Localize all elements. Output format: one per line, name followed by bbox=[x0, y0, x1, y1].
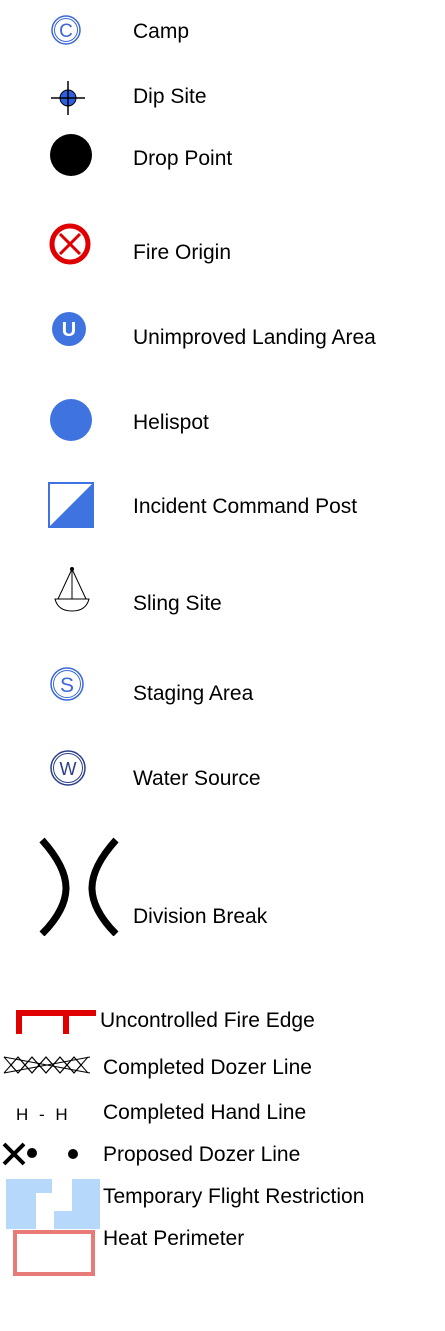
camp-glyph: C bbox=[59, 21, 73, 42]
staging-area-icon: S bbox=[50, 667, 84, 701]
legend-label-division-break: Division Break bbox=[133, 905, 268, 928]
legend-label-helispot: Helispot bbox=[133, 411, 209, 434]
unimproved-landing-area-icon: U bbox=[52, 312, 86, 346]
legend-label-camp: Camp bbox=[133, 20, 190, 43]
camp-icon: C bbox=[51, 15, 81, 45]
unimproved-landing-area-glyph: U bbox=[62, 319, 76, 341]
legend-label-completed-hand-line: Completed Hand Line bbox=[103, 1101, 307, 1124]
legend-label-drop-point: Drop Point bbox=[133, 147, 233, 170]
legend-label-heat-perimeter: Heat Perimeter bbox=[103, 1227, 245, 1250]
proposed-dozer-line-icon bbox=[2, 1142, 78, 1166]
division-break-icon bbox=[39, 837, 119, 936]
legend-label-sling-site: Sling Site bbox=[133, 592, 222, 615]
drop-point-icon bbox=[50, 134, 92, 176]
legend-label-proposed-dozer-line: Proposed Dozer Line bbox=[103, 1143, 301, 1166]
legend-label-temporary-flight-restriction: Temporary Flight Restriction bbox=[103, 1185, 365, 1208]
helispot-icon bbox=[50, 399, 92, 441]
dip-site-icon bbox=[51, 81, 85, 115]
legend-label-staging-area: Staging Area bbox=[133, 682, 254, 705]
legend-label-incident-command-post: Incident Command Post bbox=[133, 495, 358, 518]
incident-command-post-icon bbox=[48, 482, 94, 528]
heat-perimeter-icon bbox=[13, 1230, 95, 1276]
water-source-icon: W bbox=[50, 750, 86, 786]
legend-label-unimproved-landing-area: Unimproved Landing Area bbox=[133, 326, 376, 349]
legend-label-completed-dozer-line: Completed Dozer Line bbox=[103, 1056, 312, 1079]
uncontrolled-fire-edge-icon bbox=[16, 1010, 96, 1034]
legend-label-fire-origin: Fire Origin bbox=[133, 241, 232, 264]
staging-area-glyph: S bbox=[60, 674, 74, 697]
sling-site-icon bbox=[54, 567, 90, 612]
completed-dozer-line-icon bbox=[3, 1056, 91, 1074]
legend-label-uncontrolled-fire-edge: Uncontrolled Fire Edge bbox=[100, 1009, 315, 1032]
legend-label-water-source: Water Source bbox=[133, 767, 261, 790]
legend-label-dip-site: Dip Site bbox=[133, 85, 207, 108]
completed-hand-line-icon: H - H bbox=[16, 1105, 68, 1124]
water-source-glyph: W bbox=[60, 759, 77, 779]
fire-origin-icon bbox=[49, 223, 91, 265]
temporary-flight-restriction-icon bbox=[6, 1179, 100, 1229]
